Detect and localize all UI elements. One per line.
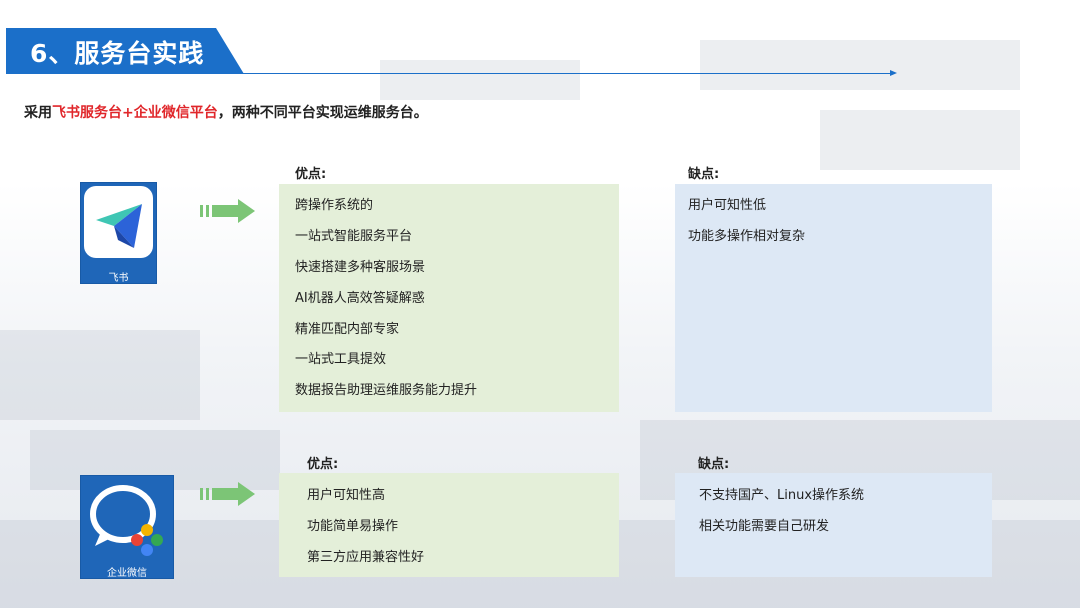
feishu-app-label: 飞书 [108, 273, 129, 284]
wecom-logo-icon [90, 485, 163, 556]
wecom-app-card: 企业微信 [80, 475, 174, 579]
title-arrow-icon [890, 70, 897, 76]
cons-heading-feishu: 缺点: [688, 167, 720, 182]
feishu-app-card: 飞书 [80, 182, 157, 284]
list-item: 不支持国产、Linux操作系统 [699, 488, 865, 503]
list-item: 用户可知性高 [307, 488, 386, 503]
intro-text: 采用飞书服务台+企业微信平台，两种不同平台实现运维服务台。 [24, 105, 428, 121]
cons-heading-wecom: 缺点: [698, 457, 730, 472]
pros-panel-wecom: 用户可知性高 功能简单易操作 第三方应用兼容性好 [279, 473, 619, 577]
list-item: 第三方应用兼容性好 [307, 550, 425, 565]
list-item: 功能简单易操作 [307, 519, 399, 534]
list-item: 相关功能需要自己研发 [699, 519, 830, 534]
highlight-wecom: 企业微信平台 [133, 105, 218, 121]
list-item: 用户可知性低 [688, 198, 767, 213]
pros-heading-wecom: 优点: [307, 457, 339, 472]
feishu-logo-icon [84, 186, 153, 258]
title-underline [230, 73, 892, 74]
list-item: 跨操作系统的 [295, 198, 374, 213]
wecom-app-label: 企业微信 [107, 568, 147, 579]
list-item: 功能多操作相对复杂 [688, 229, 806, 244]
cons-panel-wecom: 不支持国产、Linux操作系统 相关功能需要自己研发 [675, 473, 992, 577]
list-item: 精准匹配内部专家 [295, 322, 400, 337]
page-title: 6、服务台实践 [30, 39, 205, 68]
cons-panel-feishu: 用户可知性低 功能多操作相对复杂 [675, 184, 992, 412]
pros-panel-feishu: 跨操作系统的 一站式智能服务平台 快速搭建多种客服场景 AI机器人高效答疑解惑 … [279, 184, 619, 412]
arrow-right-icon [200, 482, 255, 506]
arrow-right-icon [200, 199, 255, 223]
pros-heading-feishu: 优点: [295, 167, 327, 182]
list-item: 一站式工具提效 [295, 352, 387, 367]
highlight-feishu: 飞书服务台 [52, 105, 122, 121]
list-item: AI机器人高效答疑解惑 [295, 291, 425, 306]
list-item: 快速搭建多种客服场景 [295, 260, 426, 275]
list-item: 一站式智能服务平台 [295, 229, 413, 244]
list-item: 数据报告助理运维服务能力提升 [295, 383, 478, 398]
